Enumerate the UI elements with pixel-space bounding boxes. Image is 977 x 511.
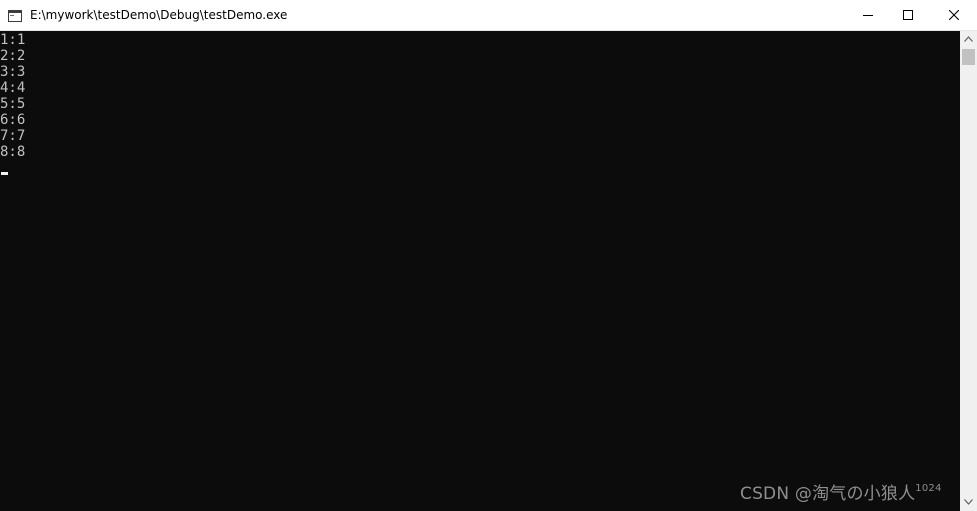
scroll-down-button[interactable] [960, 494, 977, 511]
console-line: 8:8 [0, 144, 26, 160]
console-line: 2:2 [0, 48, 26, 64]
console-line: 1:1 [0, 32, 26, 48]
console-line: 4:4 [0, 80, 26, 96]
console-app-icon [8, 9, 22, 22]
text-cursor [1, 172, 8, 175]
chevron-up-icon [964, 36, 973, 42]
maximize-button[interactable] [885, 0, 931, 30]
vertical-scrollbar[interactable] [960, 31, 977, 511]
console-line: 3:3 [0, 64, 26, 80]
console-line: 5:5 [0, 96, 26, 112]
title-bar[interactable]: E:\mywork\testDemo\Debug\testDemo.exe [0, 0, 977, 31]
minimize-icon [863, 15, 873, 16]
watermark-suffix: 1024 [915, 483, 942, 494]
window-title: E:\mywork\testDemo\Debug\testDemo.exe [30, 8, 288, 22]
watermark: CSDN @淘气の小狼人1024 [740, 479, 942, 504]
scroll-up-button[interactable] [960, 31, 977, 48]
scroll-thumb[interactable] [962, 49, 975, 65]
chevron-down-icon [964, 499, 973, 505]
console-output[interactable]: 1:1 2:2 3:3 4:4 5:5 6:6 7:7 8:8 [0, 31, 960, 511]
console-line: 7:7 [0, 128, 26, 144]
close-button[interactable] [931, 0, 977, 30]
maximize-icon [903, 10, 913, 20]
watermark-text: CSDN @淘气の小狼人 [740, 484, 916, 504]
console-window: E:\mywork\testDemo\Debug\testDemo.exe 1:… [0, 0, 977, 511]
close-icon [949, 10, 959, 20]
console-line: 6:6 [0, 112, 26, 128]
